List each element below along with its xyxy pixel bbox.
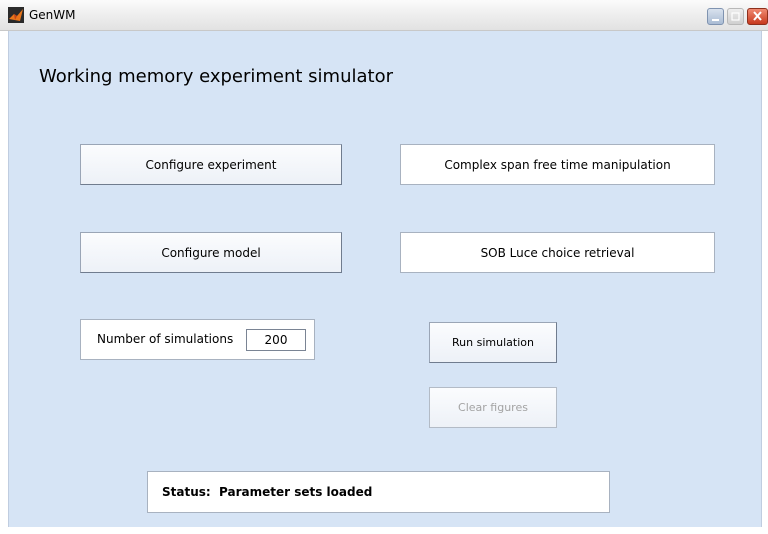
status-panel: Status: Parameter sets loaded [147,471,610,513]
configure-experiment-button[interactable]: Configure experiment [80,144,342,185]
main-panel: Working memory experiment simulator Conf… [8,31,762,527]
clear-figures-button[interactable]: Clear figures [429,387,557,428]
simulations-panel: Number of simulations [80,319,315,360]
model-selection-display: SOB Luce choice retrieval [400,232,715,273]
configure-model-button[interactable]: Configure model [80,232,342,273]
experiment-selection-display: Complex span free time manipulation [400,144,715,185]
title-bar[interactable]: GenWM [0,0,768,31]
close-button[interactable] [747,8,768,25]
status-label: Status: [162,485,211,499]
maximize-button[interactable] [727,8,744,25]
window-title: GenWM [29,8,76,22]
simulations-count-input[interactable] [246,329,306,351]
status-text: Parameter sets loaded [219,485,373,499]
minimize-button[interactable] [707,8,724,25]
run-simulation-button[interactable]: Run simulation [429,322,557,363]
maximize-icon [731,12,740,21]
matlab-icon [8,7,24,23]
app-window: GenWM Working memory experiment simulato… [0,0,768,534]
minimize-icon [712,19,719,21]
page-title: Working memory experiment simulator [39,66,393,87]
close-icon [753,11,762,21]
simulations-label: Number of simulations [97,332,234,346]
